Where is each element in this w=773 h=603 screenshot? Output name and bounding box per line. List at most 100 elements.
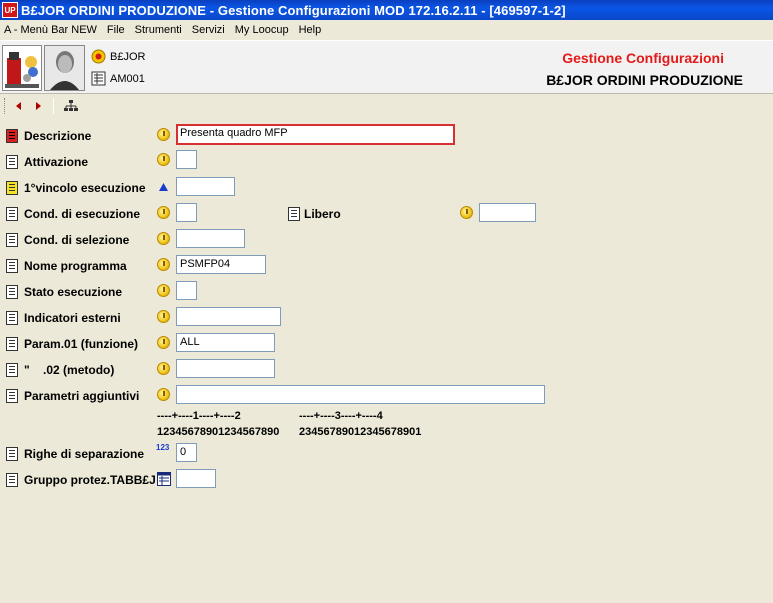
gruppo-input[interactable] bbox=[176, 469, 216, 488]
ruler-top-2: ----+----3----+----4 bbox=[299, 410, 383, 422]
header-code-text: AM001 bbox=[110, 72, 145, 85]
vincolo-label: 1°vincolo esecuzione bbox=[24, 181, 146, 195]
arrow-left-icon bbox=[15, 102, 21, 110]
field-doc-icon[interactable] bbox=[6, 473, 18, 487]
field-doc-icon[interactable] bbox=[6, 207, 18, 221]
numbering-icon-text: 123 bbox=[156, 443, 170, 452]
row-descrizione: Descrizione Presenta quadro MFP bbox=[0, 124, 773, 148]
triangle-icon[interactable] bbox=[158, 182, 169, 192]
menu-item-help[interactable]: Help bbox=[294, 24, 327, 36]
clock-icon[interactable] bbox=[460, 206, 473, 219]
toolbar-grip[interactable] bbox=[4, 98, 7, 114]
libero-label: Libero bbox=[304, 207, 341, 221]
clock-icon[interactable] bbox=[157, 206, 170, 219]
ruler-bottom-1: 12345678901234567890 bbox=[157, 426, 280, 438]
row-param02: " .02 (metodo) bbox=[0, 359, 773, 383]
field-doc-icon[interactable] bbox=[6, 337, 18, 351]
descrizione-label: Descrizione bbox=[24, 129, 92, 143]
row-attivazione: Attivazione bbox=[0, 150, 773, 174]
clock-icon[interactable] bbox=[157, 258, 170, 271]
cond-selezione-input[interactable] bbox=[176, 229, 245, 248]
forward-button[interactable] bbox=[29, 97, 47, 115]
ruler-top-1: ----+----1----+----2 bbox=[157, 410, 241, 422]
field-doc-icon[interactable] bbox=[6, 155, 18, 169]
header-company-text: B£JOR bbox=[110, 50, 146, 63]
field-doc-icon[interactable] bbox=[6, 181, 18, 195]
clock-icon[interactable] bbox=[157, 388, 170, 401]
cond-esecuzione-label: Cond. di esecuzione bbox=[24, 207, 141, 221]
gruppo-label: Gruppo protez.TABB£J bbox=[24, 473, 156, 487]
field-doc-icon[interactable] bbox=[6, 389, 18, 403]
indicatori-esterni-label: Indicatori esterni bbox=[24, 311, 121, 325]
company-icon bbox=[91, 49, 106, 64]
toolbar bbox=[0, 95, 773, 117]
field-doc-icon[interactable] bbox=[6, 285, 18, 299]
cond-selezione-label: Cond. di selezione bbox=[24, 233, 130, 247]
back-button[interactable] bbox=[9, 97, 27, 115]
title-bar: UP B£JOR ORDINI PRODUZIONE - Gestione Co… bbox=[0, 0, 773, 20]
table-icon bbox=[91, 71, 106, 86]
clock-icon[interactable] bbox=[157, 310, 170, 323]
stato-esecuzione-input[interactable] bbox=[176, 281, 197, 300]
header-company-row: B£JOR bbox=[91, 49, 145, 64]
row-stato-esecuzione: Stato esecuzione bbox=[0, 281, 773, 305]
app-icon: UP bbox=[2, 2, 18, 18]
param02-label: " .02 (metodo) bbox=[24, 363, 115, 377]
clock-icon[interactable] bbox=[157, 362, 170, 375]
field-doc-icon[interactable] bbox=[288, 207, 300, 221]
clock-icon[interactable] bbox=[157, 336, 170, 349]
descrizione-input[interactable]: Presenta quadro MFP bbox=[176, 124, 455, 145]
param02-input[interactable] bbox=[176, 359, 275, 378]
row-indicatori-esterni: Indicatori esterni bbox=[0, 307, 773, 331]
righe-label: Righe di separazione bbox=[24, 447, 145, 461]
menu-item-strumenti[interactable]: Strumenti bbox=[130, 24, 187, 36]
indicatori-esterni-input[interactable] bbox=[176, 307, 281, 326]
user-photo bbox=[44, 45, 85, 91]
clock-icon[interactable] bbox=[157, 284, 170, 297]
nome-programma-input[interactable]: PSMFP04 bbox=[176, 255, 266, 274]
numbering-icon[interactable]: 123 bbox=[156, 444, 172, 452]
tree-view-button[interactable] bbox=[62, 97, 80, 115]
param01-input[interactable]: ALL bbox=[176, 333, 275, 352]
field-doc-icon[interactable] bbox=[6, 233, 18, 247]
row-nome-programma: Nome programma PSMFP04 bbox=[0, 255, 773, 279]
parametri-aggiuntivi-label: Parametri aggiuntivi bbox=[24, 389, 140, 403]
field-doc-icon[interactable] bbox=[6, 363, 18, 377]
field-doc-icon[interactable] bbox=[6, 129, 18, 143]
row-param01: Param.01 (funzione) ALL bbox=[0, 333, 773, 357]
field-doc-icon[interactable] bbox=[6, 311, 18, 325]
field-doc-icon[interactable] bbox=[6, 447, 18, 461]
header-code-row: AM001 bbox=[91, 71, 145, 86]
vincolo-input[interactable] bbox=[176, 177, 235, 196]
nome-programma-label: Nome programma bbox=[24, 259, 127, 273]
clock-icon[interactable] bbox=[157, 232, 170, 245]
row-cond-selezione: Cond. di selezione bbox=[0, 229, 773, 253]
libero-input[interactable] bbox=[479, 203, 536, 222]
cond-esecuzione-input[interactable] bbox=[176, 203, 197, 222]
attivazione-input[interactable] bbox=[176, 150, 197, 169]
menu-item-file[interactable]: File bbox=[102, 24, 130, 36]
param01-label: Param.01 (funzione) bbox=[24, 337, 139, 351]
field-doc-icon[interactable] bbox=[6, 259, 18, 273]
table-lookup-icon[interactable] bbox=[157, 472, 171, 486]
attivazione-label: Attivazione bbox=[24, 155, 89, 169]
menu-item-menu-bar-new[interactable]: A - Menù Bar NEW bbox=[0, 24, 102, 36]
row-vincolo: 1°vincolo esecuzione bbox=[0, 177, 773, 201]
page-subtitle: B£JOR ORDINI PRODUZIONE bbox=[546, 72, 743, 88]
menu-bar: A - Menù Bar NEW File Strumenti Servizi … bbox=[0, 20, 773, 40]
header-panel: B£JOR AM001 Gestione Configurazioni B£JO… bbox=[0, 40, 773, 94]
parametri-aggiuntivi-input[interactable] bbox=[176, 385, 545, 404]
menu-item-my-loocup[interactable]: My Loocup bbox=[230, 24, 294, 36]
page-title: Gestione Configurazioni bbox=[562, 50, 724, 66]
menu-item-servizi[interactable]: Servizi bbox=[187, 24, 230, 36]
row-gruppo-protez: Gruppo protez.TABB£J bbox=[0, 469, 773, 493]
row-parametri-aggiuntivi: Parametri aggiuntivi bbox=[0, 385, 773, 409]
clock-icon[interactable] bbox=[157, 153, 170, 166]
righe-input[interactable]: 0 bbox=[176, 443, 197, 462]
arrow-right-icon bbox=[35, 102, 41, 110]
window-title: B£JOR ORDINI PRODUZIONE - Gestione Confi… bbox=[21, 2, 566, 18]
stato-esecuzione-label: Stato esecuzione bbox=[24, 285, 123, 299]
row-righe-separazione: Righe di separazione 123 0 bbox=[0, 443, 773, 467]
application-logo-image bbox=[2, 45, 42, 91]
clock-icon[interactable] bbox=[157, 128, 170, 141]
